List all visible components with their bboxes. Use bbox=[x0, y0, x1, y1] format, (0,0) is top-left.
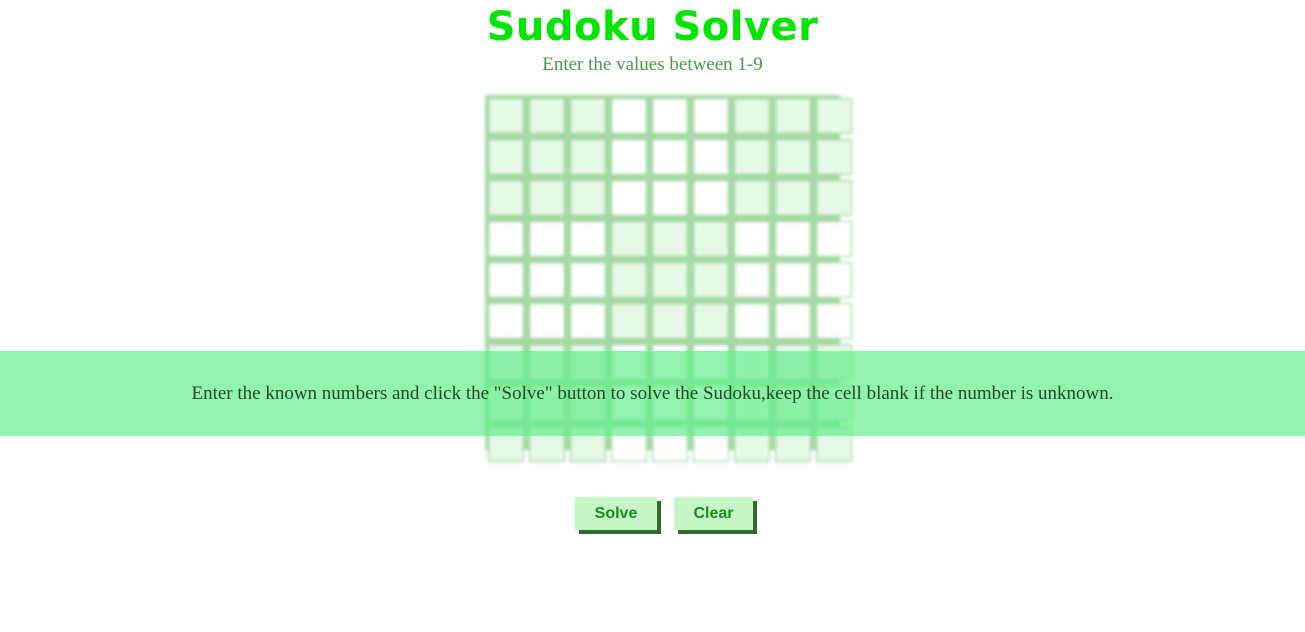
sudoku-cell[interactable] bbox=[652, 221, 688, 257]
sudoku-cell[interactable] bbox=[693, 303, 729, 339]
sudoku-cell[interactable] bbox=[611, 221, 647, 257]
sudoku-cell[interactable] bbox=[693, 221, 729, 257]
sudoku-cell[interactable] bbox=[734, 180, 770, 216]
sudoku-cell[interactable] bbox=[734, 303, 770, 339]
sudoku-cell[interactable] bbox=[693, 262, 729, 298]
sudoku-cell[interactable] bbox=[816, 98, 852, 134]
sudoku-cell[interactable] bbox=[734, 221, 770, 257]
sudoku-cell[interactable] bbox=[816, 303, 852, 339]
sudoku-cell[interactable] bbox=[611, 139, 647, 175]
sudoku-cell[interactable] bbox=[488, 180, 524, 216]
sudoku-cell[interactable] bbox=[529, 262, 565, 298]
sudoku-cell[interactable] bbox=[652, 303, 688, 339]
sudoku-cell[interactable] bbox=[816, 221, 852, 257]
sudoku-cell[interactable] bbox=[529, 98, 565, 134]
sudoku-cell[interactable] bbox=[775, 98, 811, 134]
sudoku-cell[interactable] bbox=[529, 303, 565, 339]
sudoku-cell[interactable] bbox=[529, 221, 565, 257]
solve-button[interactable]: Solve bbox=[575, 497, 657, 530]
sudoku-cell[interactable] bbox=[652, 139, 688, 175]
sudoku-cell[interactable] bbox=[488, 139, 524, 175]
sudoku-cell[interactable] bbox=[611, 98, 647, 134]
sudoku-cell[interactable] bbox=[529, 139, 565, 175]
sudoku-cell[interactable] bbox=[570, 221, 606, 257]
sudoku-cell[interactable] bbox=[570, 139, 606, 175]
sudoku-cell[interactable] bbox=[775, 139, 811, 175]
sudoku-cell[interactable] bbox=[488, 303, 524, 339]
sudoku-cell[interactable] bbox=[734, 262, 770, 298]
clear-button[interactable]: Clear bbox=[674, 497, 753, 530]
sudoku-cell[interactable] bbox=[775, 303, 811, 339]
sudoku-cell[interactable] bbox=[611, 303, 647, 339]
sudoku-cell[interactable] bbox=[611, 180, 647, 216]
sudoku-cell[interactable] bbox=[611, 262, 647, 298]
sudoku-cell[interactable] bbox=[816, 262, 852, 298]
sudoku-cell[interactable] bbox=[693, 180, 729, 216]
sudoku-cell[interactable] bbox=[775, 262, 811, 298]
sudoku-cell[interactable] bbox=[816, 180, 852, 216]
sudoku-cell[interactable] bbox=[775, 180, 811, 216]
sudoku-cell[interactable] bbox=[652, 262, 688, 298]
sudoku-cell[interactable] bbox=[652, 180, 688, 216]
sudoku-cell[interactable] bbox=[570, 180, 606, 216]
sudoku-cell[interactable] bbox=[734, 139, 770, 175]
sudoku-cell[interactable] bbox=[816, 139, 852, 175]
page-title: Sudoku Solver bbox=[486, 4, 819, 50]
sudoku-page: Sudoku Solver Enter the values between 1… bbox=[0, 0, 1305, 632]
sudoku-cell[interactable] bbox=[570, 303, 606, 339]
sudoku-cell[interactable] bbox=[570, 98, 606, 134]
sudoku-cell[interactable] bbox=[488, 221, 524, 257]
sudoku-cell[interactable] bbox=[734, 98, 770, 134]
page-subtitle: Enter the values between 1-9 bbox=[542, 54, 763, 75]
sudoku-cell[interactable] bbox=[570, 262, 606, 298]
sudoku-cell[interactable] bbox=[652, 98, 688, 134]
sudoku-cell[interactable] bbox=[488, 262, 524, 298]
sudoku-cell[interactable] bbox=[775, 221, 811, 257]
sudoku-cell[interactable] bbox=[488, 98, 524, 134]
sudoku-cell[interactable] bbox=[693, 139, 729, 175]
sudoku-cell[interactable] bbox=[529, 180, 565, 216]
instruction-text: Enter the known numbers and click the "S… bbox=[191, 382, 1114, 404]
sudoku-cell[interactable] bbox=[693, 98, 729, 134]
instruction-banner: Enter the known numbers and click the "S… bbox=[0, 351, 1305, 436]
